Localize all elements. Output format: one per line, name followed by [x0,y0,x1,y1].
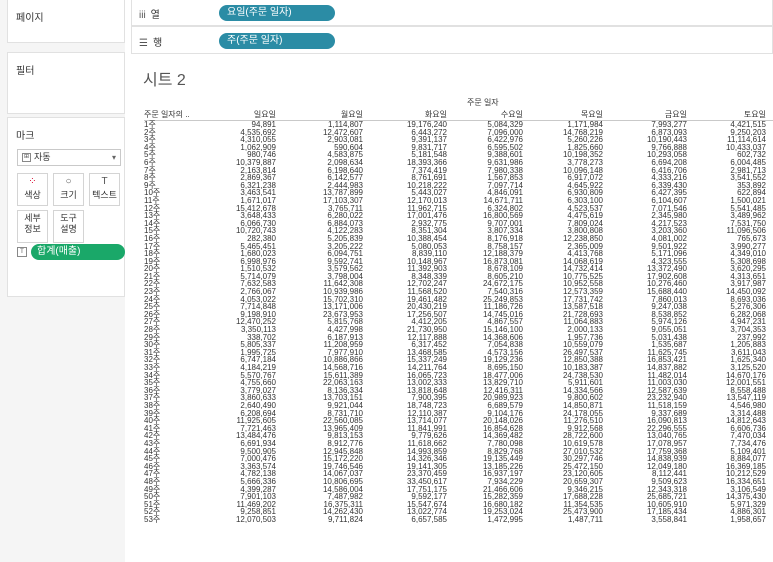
pages-title: 페이지 [16,13,44,24]
columns-shelf[interactable]: iii 열 요일(주문 일자) [131,0,773,26]
chevron-down-icon: ▾ [111,153,116,162]
text-mark-icon: T [17,247,27,257]
col-header-thu[interactable]: 목요일 [531,109,603,120]
pages-card[interactable]: 페이지 [7,0,125,43]
mark-type-value: 자동 [34,152,51,162]
detail-button[interactable]: 세부 정보 [17,210,48,243]
rows-shelf[interactable]: ☰ 행 주(주문 일자) [131,26,773,54]
filters-card[interactable]: 필터 [7,52,125,114]
sales-cell[interactable]: 9,711,824 [291,515,363,524]
filters-title: 필터 [16,66,35,77]
col-header-tue[interactable]: 화요일 [371,109,447,120]
column-group-header[interactable]: 주문 일자 [467,97,499,108]
sales-cell[interactable]: 3,558,841 [613,515,687,524]
mark-type-dropdown[interactable]: ⊞ 자동 ▾ [17,149,121,166]
columns-icon: iii [139,10,146,21]
text-icon: T [101,176,108,187]
columns-shelf-label: iii 열 [139,6,160,21]
sales-cell[interactable]: 1,472,995 [451,515,523,524]
worksheet: 시트 2 주문 일자 주문 일자의 .. 일요일 월요일 화요일 수요일 목요일… [131,57,773,562]
table-body: 1주 94,891 1,114,807 19,176,240 5,084,329 1,17… [131,121,773,524]
rows-label-text: 행 [152,38,163,49]
col-header-fri[interactable]: 금요일 [613,109,687,120]
rows-shelf-label: ☰ 행 [139,34,162,49]
detail-label: 세부 정보 [24,213,41,234]
sheet-title[interactable]: 시트 2 [143,66,186,90]
side-panel: 페이지 필터 마크 ⊞ 자동 ▾ ⁘ 색상 ○ 크기 T 텍스트 세부 정보 도… [0,0,125,562]
text-button[interactable]: T 텍스트 [89,173,120,206]
sales-cell[interactable]: 6,657,585 [371,515,447,524]
week-label[interactable]: 53주 [144,515,184,524]
col-header-mon[interactable]: 월요일 [291,109,363,120]
rows-pill[interactable]: 주(주문 일자) [219,33,335,49]
sales-cell[interactable]: 1,487,711 [531,515,603,524]
table-row: 53주 12,070,503 9,711,824 6,657,585 1,472,995… [131,515,773,524]
rows-icon: ☰ [139,38,148,49]
color-icon: ⁘ [28,176,37,187]
col-header-wed[interactable]: 수요일 [451,109,523,120]
tooltip-label: 도구 설명 [60,213,77,234]
sales-cell[interactable]: 12,070,503 [206,515,276,524]
size-label: 크기 [60,190,77,200]
sum-sales-pill[interactable]: 합계(매출) [31,244,125,260]
marks-card: 마크 ⊞ 자동 ▾ ⁘ 색상 ○ 크기 T 텍스트 세부 정보 도구 설명 T … [7,117,125,297]
col-header-sun[interactable]: 일요일 [206,109,276,120]
size-icon: ○ [65,176,72,187]
tooltip-button[interactable]: 도구 설명 [53,210,84,243]
mark-type-icon: ⊞ [22,153,31,162]
sales-cell[interactable]: 1,958,657 [691,515,766,524]
size-button[interactable]: ○ 크기 [53,173,84,206]
marks-title: 마크 [16,131,35,142]
text-label: 텍스트 [92,190,117,200]
color-button[interactable]: ⁘ 색상 [17,173,48,206]
columns-pill[interactable]: 요일(주문 일자) [219,5,335,21]
row-header[interactable]: 주문 일자의 .. [144,109,204,120]
columns-label-text: 열 [150,10,160,21]
color-label: 색상 [24,190,41,200]
col-header-sat[interactable]: 토요일 [691,109,766,120]
